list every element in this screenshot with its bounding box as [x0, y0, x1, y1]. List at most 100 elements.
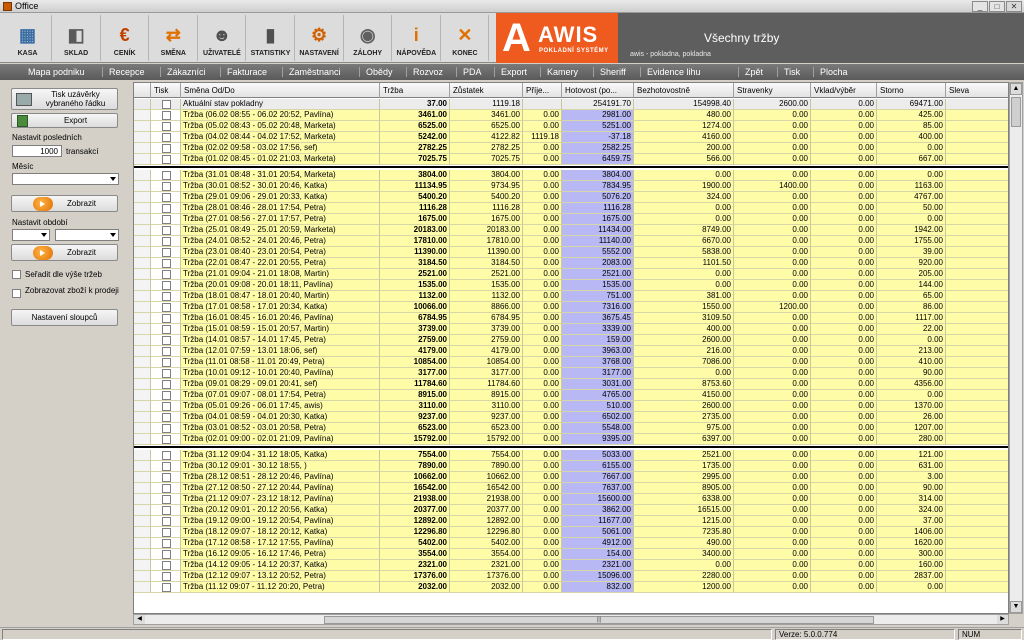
print-checkbox[interactable]	[162, 193, 171, 202]
print-checkbox[interactable]	[162, 133, 171, 142]
print-checkbox[interactable]	[162, 303, 171, 312]
table-row[interactable]: Tržba (09.01 08:29 - 09.01 20:41, sef) 11…	[134, 379, 1008, 390]
table-row[interactable]: Tržba (14.12 09:05 - 14.12 20:37, Katka)…	[134, 560, 1008, 571]
table-row[interactable]: Tržba (16.12 09:05 - 16.12 17:46, Petra)…	[134, 549, 1008, 560]
menu-item-0[interactable]: Mapa podniku	[28, 66, 85, 78]
table-row[interactable]: Tržba (27.12 08:50 - 27.12 20:44, Pavlín…	[134, 483, 1008, 494]
table-row[interactable]: Tržba (30.12 09:01 - 30.12 18:55, ) 7890.…	[134, 461, 1008, 472]
print-checkbox[interactable]	[162, 259, 171, 268]
column-header-5[interactable]: Hotovost (po...	[562, 83, 634, 98]
menu-item-13[interactable]: Tisk	[784, 66, 800, 78]
toolbar-button-2[interactable]: € CENÍK	[101, 15, 150, 61]
print-checkbox[interactable]	[162, 561, 171, 570]
toolbar-button-3[interactable]: ⇄ SMĚNA	[150, 15, 198, 61]
print-checkbox[interactable]	[162, 539, 171, 548]
toolbar-button-5[interactable]: ▮ STATISTIKY	[247, 15, 295, 61]
minimize-button[interactable]: _	[972, 1, 988, 12]
table-row[interactable]: Tržba (06.02 08:55 - 06.02 20:52, Pavlín…	[134, 110, 1008, 121]
hscroll-thumb[interactable]: |||	[324, 616, 874, 624]
column-header-4[interactable]: Příje...	[523, 83, 562, 98]
print-checkbox[interactable]	[162, 270, 171, 279]
month-select[interactable]	[12, 173, 119, 185]
menu-item-8[interactable]: Export	[501, 66, 527, 78]
column-header-3[interactable]: Zůstatek	[450, 83, 523, 98]
print-checkbox[interactable]	[162, 358, 171, 367]
menu-item-2[interactable]: Zákazníci	[167, 66, 206, 78]
table-row[interactable]: Tržba (17.01 08:58 - 17.01 20:34, Katka)…	[134, 302, 1008, 313]
scroll-up-icon[interactable]: ▲	[1010, 83, 1022, 95]
print-checkbox[interactable]	[162, 281, 171, 290]
print-checkbox[interactable]	[162, 495, 171, 504]
table-row[interactable]: Tržba (19.12 09:00 - 19.12 20:54, Pavlín…	[134, 516, 1008, 527]
print-checkbox[interactable]	[162, 583, 171, 592]
print-closing-button[interactable]: Tisk uzávěrky vybraného řádku	[11, 88, 118, 110]
print-checkbox[interactable]	[162, 380, 171, 389]
horizontal-scrollbar[interactable]: ◀ ||| ▶	[133, 614, 1009, 625]
menu-item-11[interactable]: Evidence lihu	[647, 66, 701, 78]
table-row[interactable]: Tržba (30.01 08:52 - 30.01 20:46, Katka)…	[134, 181, 1008, 192]
print-checkbox[interactable]	[162, 517, 171, 526]
menu-item-9[interactable]: Kamery	[547, 66, 578, 78]
show-period-button[interactable]: Zobrazit	[11, 244, 118, 261]
toolbar-button-6[interactable]: ⚙ NASTAVENÍ	[296, 15, 344, 61]
print-checkbox[interactable]	[162, 237, 171, 246]
table-row[interactable]: Tržba (07.01 09:07 - 08.01 17:54, Petra)…	[134, 390, 1008, 401]
print-checkbox[interactable]	[162, 171, 171, 180]
column-header-7[interactable]: Stravenky	[734, 83, 811, 98]
print-checkbox[interactable]	[162, 336, 171, 345]
toolbar-button-4[interactable]: ☻ UŽIVATELÉ	[198, 15, 247, 61]
print-checkbox[interactable]	[162, 462, 171, 471]
table-row[interactable]: Tržba (14.01 08:57 - 14.01 17:45, Petra)…	[134, 335, 1008, 346]
print-checkbox[interactable]	[162, 435, 171, 444]
table-row[interactable]: Tržba (12.01 07:59 - 13.01 18:06, sef) 41…	[134, 346, 1008, 357]
scroll-down-icon[interactable]: ▼	[1010, 601, 1022, 613]
menu-item-4[interactable]: Zaměstnanci	[289, 66, 341, 78]
print-checkbox[interactable]	[162, 451, 171, 460]
table-row[interactable]: Tržba (12.12 09:07 - 13.12 20:52, Petra)…	[134, 571, 1008, 582]
table-row[interactable]: Tržba (17.12 08:58 - 17.12 17:55, Pavlín…	[134, 538, 1008, 549]
table-row[interactable]: Tržba (16.01 08:45 - 16.01 20:46, Pavlín…	[134, 313, 1008, 324]
column-header-2[interactable]: Tržba	[380, 83, 450, 98]
table-row[interactable]: Tržba (27.01 08:56 - 27.01 17:57, Petra)…	[134, 214, 1008, 225]
print-checkbox[interactable]	[162, 215, 171, 224]
print-checkbox[interactable]	[162, 402, 171, 411]
print-checkbox[interactable]	[162, 182, 171, 191]
maximize-button[interactable]: □	[989, 1, 1005, 12]
print-checkbox[interactable]	[162, 424, 171, 433]
print-checkbox[interactable]	[162, 347, 171, 356]
table-row[interactable]: Tržba (11.01 08:58 - 11.01 20:49, Petra)…	[134, 357, 1008, 368]
print-checkbox[interactable]	[162, 484, 171, 493]
print-checkbox[interactable]	[162, 473, 171, 482]
vertical-scrollbar[interactable]: ▲ ▼	[1009, 82, 1023, 614]
table-row[interactable]: Tržba (18.12 09:07 - 18.12 20:12, Katka)…	[134, 527, 1008, 538]
summary-row[interactable]: Aktuální stav pokladny 37.00 1119.18 254191…	[134, 99, 1008, 110]
toolbar-button-9[interactable]: ✕ KONEC	[441, 15, 490, 61]
show-goods-checkbox[interactable]	[12, 289, 21, 298]
column-header-9[interactable]: Storno	[877, 83, 946, 98]
menu-item-10[interactable]: Sheriff	[600, 66, 626, 78]
table-row[interactable]: Tržba (23.01 08:40 - 23.01 20:54, Petra)…	[134, 247, 1008, 258]
print-checkbox[interactable]	[162, 122, 171, 131]
table-row[interactable]: Tržba (11.12 09:07 - 11.12 20:20, Petra)…	[134, 582, 1008, 593]
table-row[interactable]: Tržba (20.01 09:08 - 20.01 18:11, Pavlín…	[134, 280, 1008, 291]
period-to-select[interactable]	[55, 229, 119, 241]
table-row[interactable]: Tržba (24.01 08:52 - 24.01 20:46, Petra)…	[134, 236, 1008, 247]
table-row[interactable]: Tržba (28.01 08:46 - 28.01 17:54, Petra)…	[134, 203, 1008, 214]
column-header-10[interactable]: Sleva	[946, 83, 1008, 98]
show-button[interactable]: Zobrazit	[11, 195, 118, 212]
print-checkbox[interactable]	[162, 292, 171, 301]
table-row[interactable]: Tržba (02.02 09:58 - 03.02 17:56, sef) 27…	[134, 143, 1008, 154]
table-row[interactable]: Tržba (04.01 08:59 - 04.01 20:30, Katka)…	[134, 412, 1008, 423]
table-row[interactable]: Tržba (10.01 09:12 - 10.01 20:40, Pavlín…	[134, 368, 1008, 379]
print-checkbox[interactable]	[162, 550, 171, 559]
print-checkbox[interactable]	[162, 155, 171, 164]
menu-item-1[interactable]: Recepce	[109, 66, 145, 78]
table-row[interactable]: Tržba (25.01 08:49 - 25.01 20:59, Market…	[134, 225, 1008, 236]
toolbar-button-0[interactable]: ▦ KASA	[4, 15, 52, 61]
print-checkbox[interactable]	[162, 144, 171, 153]
toolbar-button-7[interactable]: ◉ ZÁLOHY	[344, 15, 393, 61]
scroll-left-icon[interactable]: ◀	[134, 615, 145, 624]
toolbar-button-8[interactable]: i NÁPOVĚDA	[393, 15, 441, 61]
menu-item-7[interactable]: PDA	[463, 66, 482, 78]
table-row[interactable]: Tržba (21.01 09:04 - 21.01 18:08, Martin…	[134, 269, 1008, 280]
